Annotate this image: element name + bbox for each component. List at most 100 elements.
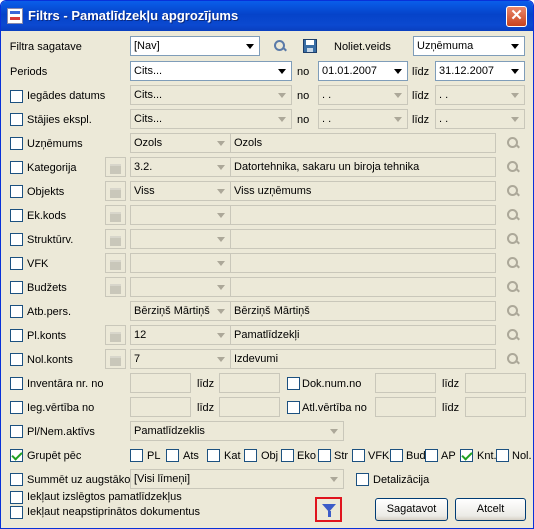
plkonts-code-select[interactable]: 12 — [130, 325, 231, 345]
budzets-code-select[interactable] — [130, 277, 231, 297]
chevron-down-icon[interactable] — [213, 159, 229, 175]
struktv-name-field[interactable] — [230, 229, 496, 249]
search-icon[interactable] — [506, 232, 520, 246]
plkonts-name-field[interactable]: Pamatlīdzekļi — [230, 325, 496, 345]
kategorija-checkbox[interactable] — [10, 161, 23, 174]
objekts-code-select[interactable]: Viss — [130, 181, 231, 201]
iegades-datums-select[interactable]: Cits... — [130, 85, 292, 105]
summet-checkbox[interactable] — [10, 473, 23, 486]
chevron-down-icon[interactable] — [213, 255, 229, 271]
folder-icon[interactable] — [105, 229, 126, 249]
chevron-down-icon[interactable] — [390, 87, 406, 103]
ekkods-name-field[interactable] — [230, 205, 496, 225]
nolkonts-checkbox[interactable] — [10, 353, 23, 366]
chevron-down-icon[interactable] — [274, 111, 290, 127]
detalizacija-checkbox[interactable] — [356, 473, 369, 486]
uznemums-checkbox[interactable] — [10, 137, 23, 150]
ieklaut-izslegtos-checkbox[interactable] — [10, 491, 23, 504]
kategorija-name-field[interactable]: Datortehnika, sakaru un biroja tehnika — [230, 157, 496, 177]
iegvert-checkbox[interactable] — [10, 401, 23, 414]
doknum-from-field[interactable] — [375, 373, 436, 393]
vfk-code-select[interactable] — [130, 253, 231, 273]
chevron-down-icon[interactable] — [213, 351, 229, 367]
grupet-vfk-checkbox[interactable] — [352, 449, 365, 462]
iegades-datums-checkbox[interactable] — [10, 90, 23, 103]
grupet-pl-checkbox[interactable] — [130, 449, 143, 462]
periods-from-field[interactable]: 01.01.2007 — [318, 61, 408, 81]
filter-funnel-icon[interactable] — [315, 497, 342, 522]
chevron-down-icon[interactable] — [274, 87, 290, 103]
grupet-checkbox[interactable] — [10, 449, 23, 462]
inventara-from-field[interactable] — [130, 373, 191, 393]
chevron-down-icon[interactable] — [213, 183, 229, 199]
plnem-select[interactable]: Pamatlīdzeklis — [130, 421, 344, 441]
vfk-checkbox[interactable] — [10, 257, 23, 270]
doknum-to-field[interactable] — [465, 373, 526, 393]
grupet-bud-checkbox[interactable] — [390, 449, 403, 462]
search-icon[interactable] — [506, 208, 520, 222]
objekts-name-field[interactable]: Viss uzņēmums — [230, 181, 496, 201]
search-icon[interactable] — [506, 256, 520, 270]
grupet-knt-checkbox[interactable] — [460, 449, 473, 462]
chevron-down-icon[interactable] — [390, 111, 406, 127]
atlvert-checkbox[interactable] — [287, 401, 300, 414]
search-icon[interactable] — [506, 160, 520, 174]
plkonts-checkbox[interactable] — [10, 329, 23, 342]
search-icon[interactable] — [506, 136, 520, 150]
chevron-down-icon[interactable] — [326, 423, 342, 439]
search-icon[interactable] — [506, 328, 520, 342]
atbpers-name-field[interactable]: Bērziņš Mārtiņš — [230, 301, 496, 321]
uznemums-code-select[interactable]: Ozols — [130, 133, 231, 153]
close-button[interactable]: ✕ — [506, 6, 527, 27]
ieklaut-neapstiprinatos-checkbox[interactable] — [10, 506, 23, 519]
ekkods-code-select[interactable] — [130, 205, 231, 225]
stajies-ekspl-select[interactable]: Cits... — [130, 109, 292, 129]
struktv-code-select[interactable] — [130, 229, 231, 249]
sagatavot-button[interactable]: Sagatavot — [375, 498, 448, 521]
atbpers-code-select[interactable]: Bērziņš Mārtiņš — [130, 301, 231, 321]
folder-icon[interactable] — [105, 349, 126, 369]
inventara-checkbox[interactable] — [10, 377, 23, 390]
atlvert-to-field[interactable] — [465, 397, 526, 417]
atlvert-from-field[interactable] — [375, 397, 436, 417]
folder-icon[interactable] — [105, 181, 126, 201]
grupet-str-checkbox[interactable] — [318, 449, 331, 462]
title-bar[interactable]: Filtrs - Pamatlīdzekļu apgrozījums ✕ — [1, 1, 533, 31]
doknum-checkbox[interactable] — [287, 377, 300, 390]
search-icon[interactable] — [506, 280, 520, 294]
stajies-ekspl-checkbox[interactable] — [10, 113, 23, 126]
chevron-down-icon[interactable] — [507, 87, 523, 103]
grupet-nol-checkbox[interactable] — [496, 449, 509, 462]
iegades-from-field[interactable]: . . — [318, 85, 408, 105]
atbpers-checkbox[interactable] — [10, 305, 23, 318]
chevron-down-icon[interactable] — [213, 327, 229, 343]
grupet-kat-checkbox[interactable] — [207, 449, 220, 462]
objekts-checkbox[interactable] — [10, 185, 23, 198]
kategorija-code-select[interactable]: 3.2. — [130, 157, 231, 177]
iegvert-to-field[interactable] — [219, 397, 280, 417]
budzets-name-field[interactable] — [230, 277, 496, 297]
chevron-down-icon[interactable] — [213, 135, 229, 151]
stajies-to-field[interactable]: . . — [435, 109, 525, 129]
search-icon[interactable] — [506, 184, 520, 198]
chevron-down-icon[interactable] — [390, 63, 406, 79]
grupet-obj-checkbox[interactable] — [244, 449, 257, 462]
filtra-sagatave-select[interactable]: [Nav] — [130, 36, 260, 56]
uznemums-name-field[interactable]: Ozols — [230, 133, 496, 153]
ekkods-checkbox[interactable] — [10, 209, 23, 222]
chevron-down-icon[interactable] — [213, 279, 229, 295]
grupet-ap-checkbox[interactable] — [425, 449, 438, 462]
save-icon[interactable] — [303, 39, 317, 53]
grupet-ats-checkbox[interactable] — [166, 449, 179, 462]
inventara-to-field[interactable] — [219, 373, 280, 393]
search-icon[interactable] — [506, 304, 520, 318]
chevron-down-icon[interactable] — [274, 63, 290, 79]
grupet-eko-checkbox[interactable] — [281, 449, 294, 462]
vfk-name-field[interactable] — [230, 253, 496, 273]
chevron-down-icon[interactable] — [507, 63, 523, 79]
folder-icon[interactable] — [105, 325, 126, 345]
chevron-down-icon[interactable] — [213, 303, 229, 319]
folder-icon[interactable] — [105, 157, 126, 177]
iegvert-from-field[interactable] — [130, 397, 191, 417]
atcelt-button[interactable]: Atcelt — [455, 498, 526, 521]
